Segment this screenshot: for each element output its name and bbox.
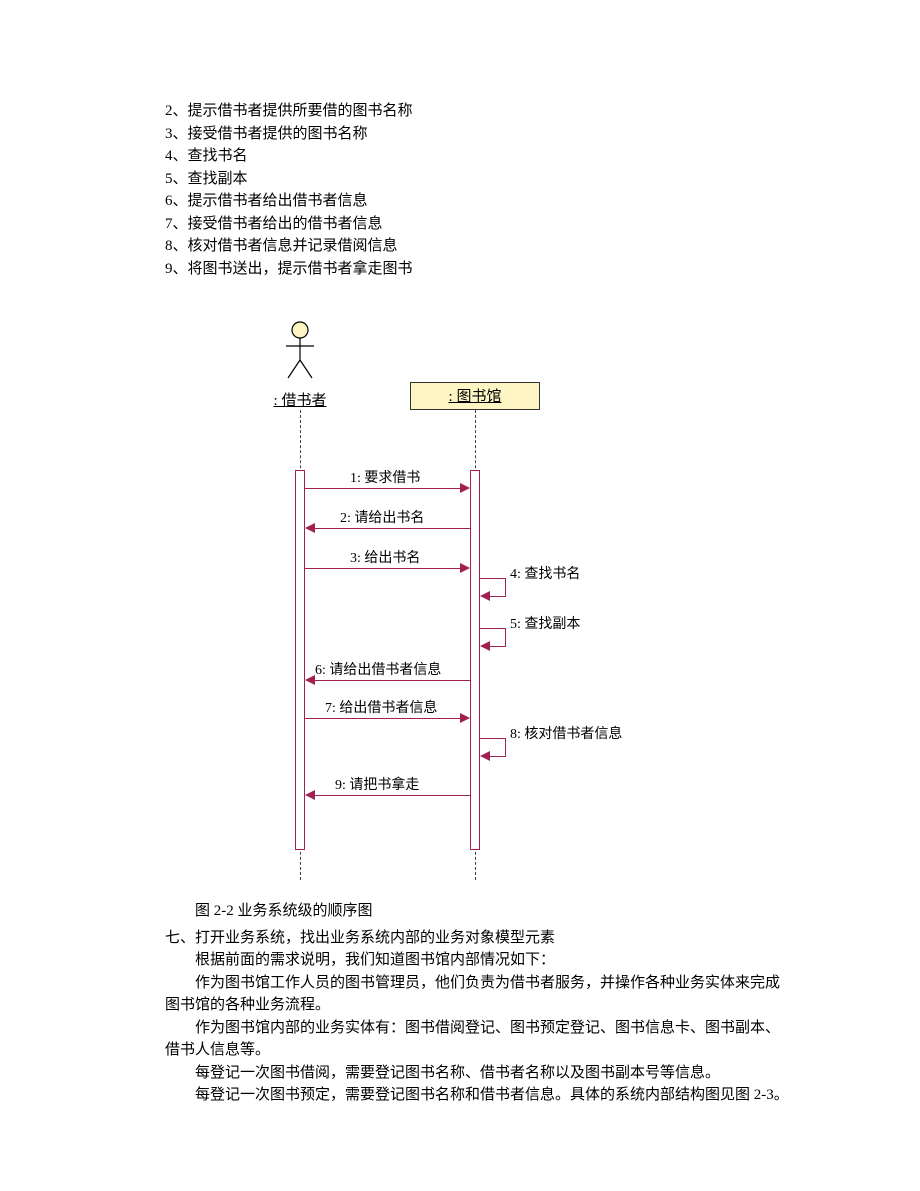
arrow-head-icon [480, 591, 490, 601]
message-label: 3: 给出书名 [350, 548, 420, 569]
message-label: 5: 查找副本 [510, 614, 580, 635]
arrow-head-icon [480, 751, 490, 761]
message-arrow [315, 528, 470, 529]
paragraph: 每登记一次图书预定，需要登记图书名称和借书者信息。具体的系统内部结构图见图 2-… [165, 1084, 790, 1107]
paragraph: 作为图书馆工作人员的图书管理员，他们负责为借书者服务，并操作各种业务实体来完成图… [165, 972, 790, 1017]
message-arrow [315, 795, 470, 796]
arrow-head-icon [460, 713, 470, 723]
step-item: 9、将图书送出，提示借书者拿走图书 [165, 258, 790, 281]
self-message-line [480, 738, 505, 739]
numbered-steps-list: 2、提示借书者提供所要借的图书名称 3、接受借书者提供的图书名称 4、查找书名 … [165, 100, 790, 280]
message-arrow [305, 488, 460, 489]
activation-borrower [295, 470, 305, 850]
self-message-line [480, 628, 505, 629]
self-message-line [490, 596, 506, 597]
step-item: 6、提示借书者给出借书者信息 [165, 190, 790, 213]
message-arrow [305, 718, 460, 719]
self-message-line [505, 578, 506, 596]
paragraph: 每登记一次图书借阅，需要登记图书名称、借书者名称以及图书副本号等信息。 [165, 1062, 790, 1085]
activation-library [470, 470, 480, 850]
message-label: 2: 请给出书名 [340, 508, 424, 529]
step-item: 8、核对借书者信息并记录借阅信息 [165, 235, 790, 258]
message-label: 9: 请把书拿走 [335, 775, 419, 796]
message-arrow [305, 568, 460, 569]
object-library: : 图书馆 [410, 382, 540, 410]
message-label: 4: 查找书名 [510, 564, 580, 585]
person-icon [280, 320, 320, 380]
step-item: 5、查找副本 [165, 168, 790, 191]
self-message-line [490, 756, 506, 757]
arrow-head-icon [305, 675, 315, 685]
section-heading: 七、打开业务系统，找出业务系统内部的业务对象模型元素 [165, 927, 790, 950]
actor-borrower: : 借书者 [250, 320, 350, 412]
message-arrow [315, 680, 470, 681]
step-item: 4、查找书名 [165, 145, 790, 168]
message-label: 8: 核对借书者信息 [510, 724, 622, 745]
message-label: 1: 要求借书 [350, 468, 420, 489]
arrow-head-icon [305, 790, 315, 800]
paragraph: 作为图书馆内部的业务实体有：图书借阅登记、图书预定登记、图书信息卡、图书副本、借… [165, 1017, 790, 1062]
self-message-line [505, 738, 506, 756]
document-page: 2、提示借书者提供所要借的图书名称 3、接受借书者提供的图书名称 4、查找书名 … [0, 0, 920, 1191]
arrow-head-icon [460, 563, 470, 573]
arrow-head-icon [460, 483, 470, 493]
sequence-diagram: : 借书者 : 图书馆 1: 要求借书 2: 请给出书名 3: 给出书名 4: … [210, 320, 790, 880]
step-item: 3、接受借书者提供的图书名称 [165, 123, 790, 146]
self-message-line [490, 646, 506, 647]
paragraph: 根据前面的需求说明，我们知道图书馆内部情况如下： [165, 949, 790, 972]
message-label: 6: 请给出借书者信息 [315, 660, 441, 681]
message-label: 7: 给出借书者信息 [325, 698, 437, 719]
arrow-head-icon [480, 641, 490, 651]
step-item: 7、接受借书者给出的借书者信息 [165, 213, 790, 236]
step-item: 2、提示借书者提供所要借的图书名称 [165, 100, 790, 123]
self-message-line [480, 578, 505, 579]
figure-caption: 图 2-2 业务系统级的顺序图 [195, 900, 790, 923]
self-message-line [505, 628, 506, 646]
actor-label: : 借书者 [250, 390, 350, 413]
arrow-head-icon [305, 523, 315, 533]
